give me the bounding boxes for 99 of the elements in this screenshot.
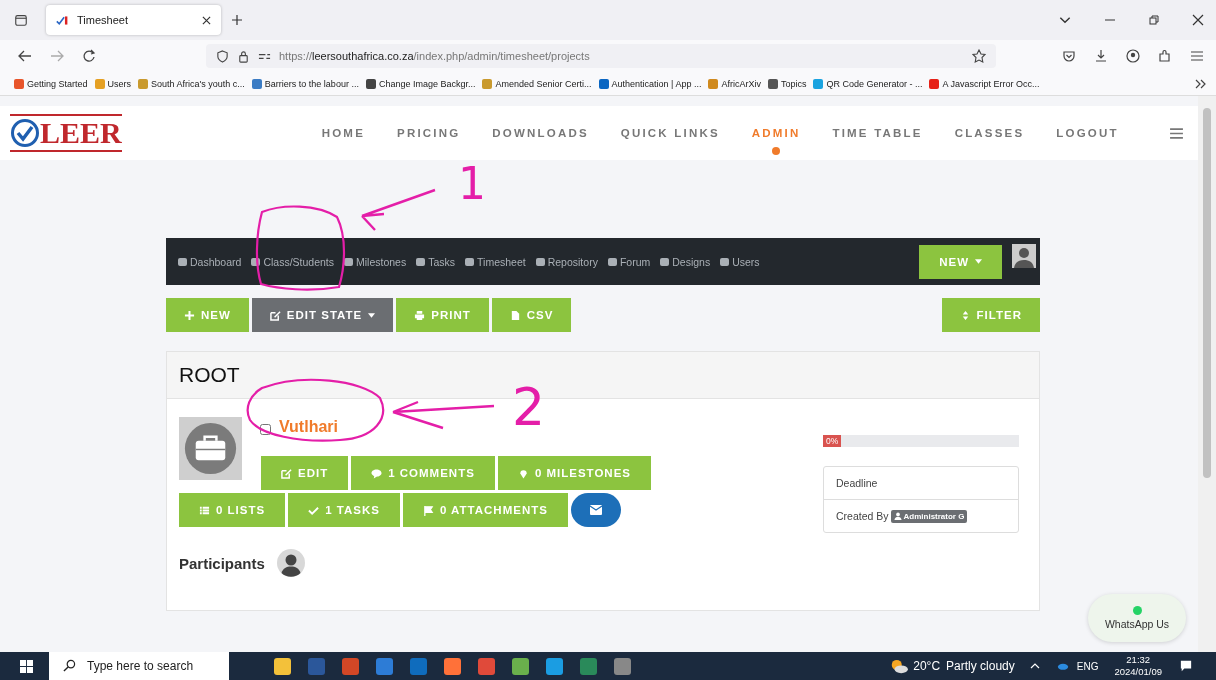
restore-icon[interactable] bbox=[1148, 14, 1160, 26]
tab-title: Timesheet bbox=[77, 14, 129, 26]
square-icon bbox=[535, 257, 545, 266]
bookmark[interactable]: Users bbox=[94, 78, 132, 89]
url-text: https://leersouthafrica.co.za/index.php/admin/timesheet/projects bbox=[279, 50, 590, 62]
nav-link[interactable]: TIME TABLE bbox=[832, 113, 923, 153]
bookmark[interactable]: QR Code Generator - ... bbox=[813, 78, 923, 89]
pin-icon bbox=[517, 467, 529, 479]
edit-icon bbox=[269, 309, 281, 321]
user-tag: Administrator G bbox=[890, 509, 968, 523]
bookmark[interactable]: A Javascript Error Occ... bbox=[929, 78, 1040, 89]
toolbar-link[interactable]: Users bbox=[720, 255, 760, 268]
action-button[interactable]: EDIT STATE bbox=[251, 298, 394, 332]
address-bar[interactable]: https://leersouthafrica.co.za/index.php/admin/timesheet/projects bbox=[206, 44, 996, 68]
email-button[interactable] bbox=[570, 493, 621, 527]
annotation-number: 2 bbox=[512, 385, 546, 429]
square-icon bbox=[251, 257, 261, 266]
printer-icon bbox=[414, 309, 426, 321]
taskbar-search-field[interactable]: Type here to search bbox=[49, 652, 229, 680]
square-icon bbox=[416, 257, 426, 266]
nav-link[interactable]: DOWNLOADS bbox=[492, 113, 589, 153]
notification-icon[interactable] bbox=[1180, 660, 1192, 672]
extensions-icon[interactable] bbox=[1158, 49, 1172, 63]
bookmark[interactable]: Getting Started bbox=[14, 78, 88, 89]
card-title: ROOT bbox=[179, 363, 240, 387]
reload-icon[interactable] bbox=[82, 49, 96, 63]
edit-icon bbox=[281, 467, 292, 479]
search-icon bbox=[63, 659, 76, 672]
browser-tab[interactable]: Timesheet bbox=[46, 5, 221, 35]
caret-icon bbox=[368, 312, 376, 318]
nav-link[interactable]: QUICK LINKS bbox=[620, 113, 720, 153]
square-icon bbox=[344, 257, 353, 266]
scrollbar[interactable] bbox=[1198, 96, 1216, 652]
created-by-label: Created By bbox=[836, 510, 889, 522]
bookmark[interactable]: AfricArXiv bbox=[708, 78, 761, 89]
deadline-label: Deadline bbox=[836, 477, 878, 489]
download-icon[interactable] bbox=[1094, 49, 1108, 63]
favicon-icon bbox=[56, 13, 69, 27]
checkbox[interactable] bbox=[260, 424, 271, 435]
toolbar-link[interactable]: Designs bbox=[660, 255, 711, 268]
bookmark[interactable]: South Africa's youth c... bbox=[138, 78, 245, 89]
toolbar-link[interactable]: Class/Students bbox=[251, 255, 334, 268]
clock-time[interactable]: 21:32 bbox=[1126, 654, 1151, 666]
square-icon bbox=[465, 257, 475, 266]
start-icon[interactable] bbox=[20, 659, 33, 673]
toolbar-link[interactable]: Tasks bbox=[416, 255, 456, 268]
shield-icon bbox=[216, 49, 229, 63]
nav-link[interactable]: PRICING bbox=[397, 113, 461, 153]
square-icon bbox=[720, 257, 730, 266]
toolbar-link[interactable]: Forum bbox=[607, 255, 651, 268]
chat-icon bbox=[1132, 606, 1142, 615]
language-indicator[interactable]: ENG bbox=[1076, 660, 1099, 672]
close-icon[interactable] bbox=[202, 15, 211, 25]
pocket-icon[interactable] bbox=[1062, 49, 1076, 63]
briefcase-icon bbox=[179, 417, 242, 480]
bookmark[interactable]: Authentication | App ... bbox=[598, 78, 702, 89]
nav-link[interactable]: LOGOUT bbox=[1056, 113, 1119, 153]
bookmark[interactable]: Amended Senior Certi... bbox=[482, 78, 592, 89]
flag-icon bbox=[422, 504, 434, 516]
temperature-text[interactable]: 20°C bbox=[913, 659, 941, 673]
tab-list-icon[interactable] bbox=[14, 13, 28, 27]
toolbar-link[interactable]: Dashboard bbox=[178, 255, 242, 268]
toolbar-link[interactable]: Milestones bbox=[344, 255, 407, 268]
toolbar-link[interactable]: Repository bbox=[535, 255, 598, 268]
account-icon[interactable] bbox=[1126, 49, 1140, 63]
file-icon bbox=[509, 309, 521, 321]
whatsapp-button[interactable]: WhatsApp Us bbox=[1088, 594, 1186, 642]
bookmark[interactable]: Topics bbox=[767, 78, 807, 89]
square-icon bbox=[660, 257, 670, 266]
avatar-icon bbox=[276, 549, 305, 577]
list-icon bbox=[199, 504, 210, 516]
nav-link[interactable]: HOME bbox=[321, 113, 365, 153]
close-icon[interactable] bbox=[1192, 14, 1204, 26]
check-icon bbox=[308, 504, 320, 516]
clock-date[interactable]: 2024/01/09 bbox=[1114, 666, 1162, 678]
caret-icon bbox=[975, 259, 982, 264]
bookmark[interactable]: Barriers to the labour ... bbox=[251, 78, 359, 89]
envelope-icon bbox=[589, 505, 602, 515]
new-tab-icon[interactable] bbox=[231, 14, 243, 26]
weather-text[interactable]: Partly cloudy bbox=[946, 659, 1015, 673]
square-icon bbox=[178, 257, 187, 266]
square-icon bbox=[607, 257, 617, 266]
user-icon bbox=[893, 512, 902, 520]
weather-icon[interactable] bbox=[889, 658, 910, 674]
plus-icon bbox=[184, 309, 195, 321]
comment-icon bbox=[371, 467, 383, 479]
toolbar-link[interactable]: Timesheet bbox=[465, 255, 526, 268]
participants-heading: Participants bbox=[179, 554, 265, 572]
progress-label: 0% bbox=[823, 435, 842, 447]
annotation-number: 1 bbox=[458, 162, 486, 206]
back-icon[interactable] bbox=[18, 49, 32, 63]
avatar-icon[interactable] bbox=[1012, 244, 1036, 268]
site-logo[interactable]: LEER bbox=[10, 114, 122, 152]
bookmark[interactable]: Change Image Backgr... bbox=[365, 78, 476, 89]
menu-icon[interactable] bbox=[1169, 125, 1184, 141]
lock-icon bbox=[237, 49, 250, 63]
star-icon[interactable] bbox=[972, 49, 986, 63]
nav-link[interactable]: CLASSES bbox=[954, 113, 1025, 153]
menu-icon[interactable] bbox=[1190, 49, 1204, 63]
